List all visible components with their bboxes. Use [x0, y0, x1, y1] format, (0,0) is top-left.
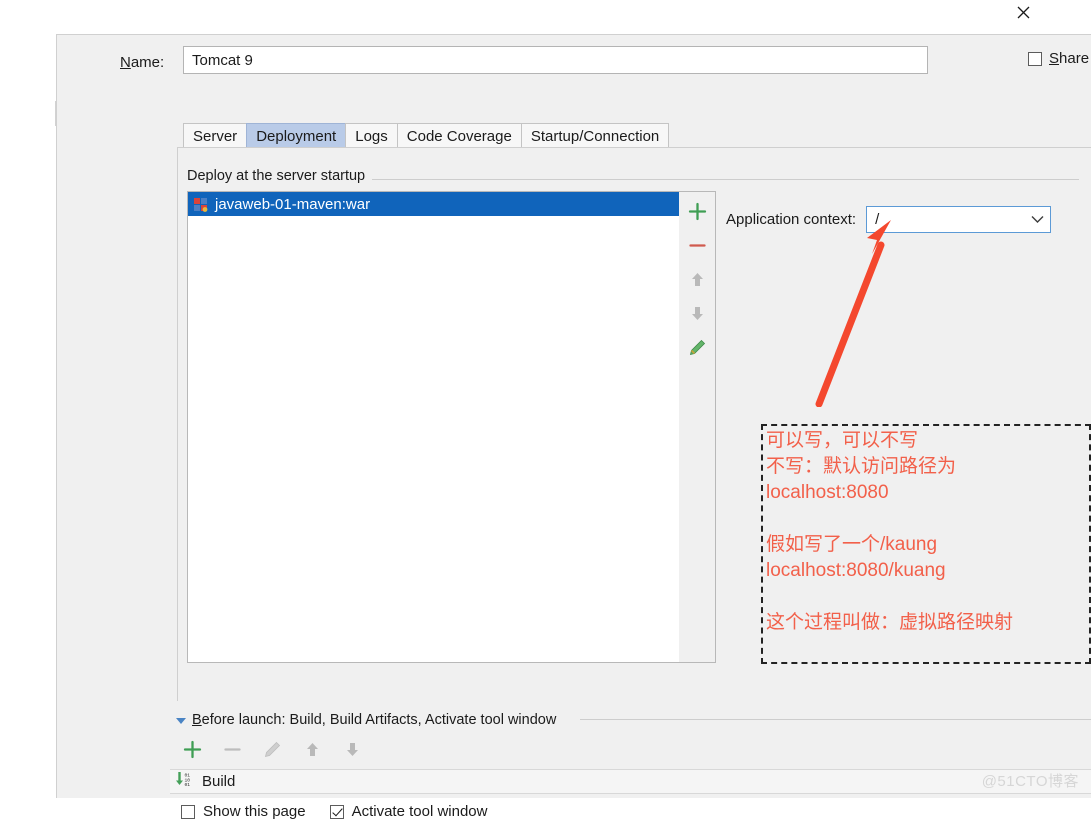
before-launch-title: Before launch: Build, Build Artifacts, A… — [192, 712, 556, 728]
edit-button[interactable] — [684, 337, 710, 361]
remove-button[interactable] — [684, 235, 710, 259]
pencil-icon — [263, 740, 282, 763]
before-launch-task-label: Build — [202, 773, 236, 790]
application-context-value: / — [875, 211, 880, 228]
share-label-rest: hare — [1059, 50, 1090, 67]
triangle-down-icon[interactable] — [176, 718, 186, 724]
tab-startup-connection[interactable]: Startup/Connection — [520, 123, 670, 148]
share-label: Share — [1049, 50, 1089, 67]
before-launch-accel: B — [192, 712, 202, 728]
task-up-button[interactable] — [301, 740, 323, 762]
tab-server[interactable]: Server — [183, 123, 248, 148]
plus-icon — [688, 202, 707, 225]
plus-icon — [183, 740, 202, 763]
task-down-button[interactable] — [341, 740, 363, 762]
before-launch-toolbar[interactable] — [181, 740, 363, 762]
move-up-button[interactable] — [684, 269, 710, 293]
name-label-rest: ame: — [130, 54, 165, 71]
show-this-page-checkbox[interactable] — [181, 804, 195, 819]
before-launch-header[interactable]: Before launch: Build, Build Artifacts, A… — [176, 712, 556, 728]
deployment-artifact-list[interactable]: javaweb-01-maven:war — [187, 191, 715, 663]
list-item[interactable]: javaweb-01-maven:war — [188, 192, 714, 216]
share-checkbox[interactable] — [1028, 51, 1042, 66]
minus-icon — [688, 236, 707, 259]
application-context-combobox[interactable]: / — [866, 206, 1052, 233]
share-label-accel: S — [1049, 50, 1060, 67]
deploy-group-title: Deploy at the server startup — [187, 168, 373, 184]
name-label-accel: N — [120, 54, 131, 71]
before-launch-title-rest: efore launch: Build, Build Artifacts, Ac… — [201, 712, 557, 728]
arrow-down-icon — [688, 304, 707, 327]
add-button[interactable] — [684, 201, 710, 225]
remove-task-button[interactable] — [221, 740, 243, 762]
before-launch-task-row[interactable]: 01 10 01 Build — [170, 769, 1091, 794]
show-this-page-label: Show this page — [203, 803, 306, 820]
edit-task-button[interactable] — [261, 740, 283, 762]
svg-text:01: 01 — [185, 782, 191, 788]
move-down-button[interactable] — [684, 303, 710, 327]
list-item-label: javaweb-01-maven:war — [215, 195, 371, 213]
artifact-war-icon — [193, 197, 208, 212]
add-task-button[interactable] — [181, 740, 203, 762]
arrow-up-icon — [303, 740, 322, 763]
deployment-tab-panel: Deploy at the server startup javaweb-01-… — [177, 147, 1091, 701]
application-context-label: Application context: — [726, 211, 857, 228]
close-icon[interactable] — [1012, 4, 1034, 26]
tab-code-coverage[interactable]: Code Coverage — [396, 123, 522, 148]
name-label: Name: — [120, 54, 164, 71]
activate-tool-window-label: Activate tool window — [351, 803, 488, 820]
tab-deployment[interactable]: Deployment — [246, 123, 347, 148]
before-launch-separator — [580, 719, 1091, 720]
arrow-down-icon — [343, 740, 362, 763]
share-checkbox-wrap[interactable]: Share — [1028, 50, 1089, 67]
build-icon: 01 10 01 — [175, 771, 194, 792]
deployment-list-toolbar[interactable] — [679, 191, 716, 663]
name-row: Name: Share — [120, 46, 1091, 82]
pencil-icon — [688, 338, 707, 361]
bottom-options-row: Show this page Activate tool window — [181, 803, 487, 820]
chevron-down-icon — [1031, 211, 1044, 228]
arrow-up-icon — [688, 270, 707, 293]
name-input[interactable] — [183, 46, 928, 74]
tab-logs[interactable]: Logs — [345, 123, 398, 148]
screen-root: Name: Share ServerDeploymentLogsCode Cov… — [0, 0, 1091, 820]
application-context-row: Application context: / — [726, 206, 1052, 233]
configuration-tabs[interactable]: Server Deployment Logs Code Coverage Startup… — [183, 123, 670, 148]
activate-tool-window-checkbox[interactable] — [329, 804, 344, 819]
minus-icon — [223, 740, 242, 763]
run-configuration-dialog: Name: Share ServerDeploymentLogsCode Cov… — [56, 34, 1091, 820]
